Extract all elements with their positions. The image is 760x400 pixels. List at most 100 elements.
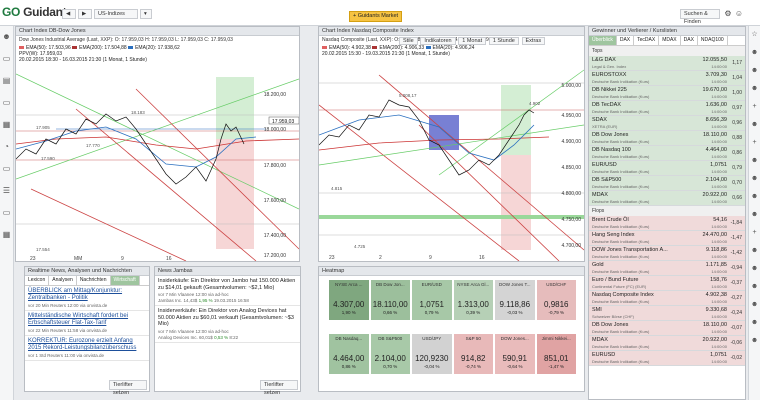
heatmap-tile[interactable]: S&P 50 914,82 -0,74 % [452, 333, 494, 375]
list-item[interactable]: Brent Crude Öl Deutsche Bank Indikation (… [589, 216, 745, 231]
list-item[interactable]: EUR/USD Deutsche Bank Indikation (Kurs) 1,… [589, 161, 745, 176]
list-item[interactable]: Hang Seng Index Deutsche Bank Indikation … [589, 231, 745, 246]
tab-dax-2[interactable]: DAX [681, 36, 698, 45]
news-headline[interactable]: KORREKTUR: Eurozone erzielt Anfang 2015 … [28, 338, 146, 352]
avatar[interactable]: ☻ [749, 170, 760, 188]
guidants-market-button[interactable]: + Guidants Market [349, 11, 402, 22]
news-headline[interactable]: ÜBERBLICK am Mittag/Konjunktur: Zentralb… [28, 288, 146, 302]
list-item[interactable]: EUROSTOXX Deutsche Bank Indikation (Kurs)… [589, 71, 745, 86]
heatmap-tile[interactable]: NYSE Arca ... 4.307,00 1,90 % [328, 279, 370, 321]
list-item[interactable]: MDAX Deutsche Bank Indikation (Kurs) 20.92… [589, 336, 745, 351]
price-chart[interactable]: 18.200,00 18.000,00 17.800,00 17.600,00 … [16, 69, 299, 261]
price-chart[interactable]: 5.000,00 4.950,00 4.900,00 4.850,00 4.80… [319, 65, 584, 261]
index-selector[interactable]: US-Indizes [94, 9, 138, 19]
news-headline[interactable]: Insiderkäufe: Ein Direktor von Jambo hat… [158, 278, 297, 291]
heatmap-tile[interactable]: DB Nasdaq... 4.464,00 0,86 % [328, 333, 370, 375]
plus-icon[interactable]: + [749, 98, 760, 116]
avatar[interactable]: ☻ [749, 188, 760, 206]
grid-icon[interactable]: ▦ [0, 224, 13, 246]
star-icon[interactable]: ☆ [749, 26, 760, 44]
stock-name[interactable]: Analog Devices Inc. [158, 335, 198, 340]
heatmap-tile[interactable]: DOW Jones T... 9.118,86 -0,03 % [494, 279, 536, 321]
list-item[interactable]: DB TecDAX Deutsche Bank Indikation (Kurs)… [589, 101, 745, 116]
news-headline[interactable]: Mittelständische Wirtschaft fordert bei … [28, 313, 146, 327]
avatar[interactable]: ☻ [749, 44, 760, 62]
avatar[interactable]: ☻ [749, 116, 760, 134]
list-item[interactable]: DB Dow Jones Deutsche Bank Indikation (Ku… [589, 321, 745, 336]
tab-lexicon[interactable]: Lexicon [25, 276, 50, 285]
tab-tecdax[interactable]: TecDAX [634, 36, 660, 45]
heatmap-tile[interactable]: EUR/USD 1,0751 0,79 % [411, 279, 453, 321]
list-item[interactable]: SMI Schweizer Börse (CHF) 9.330,68 14:00:00… [589, 306, 745, 321]
tab-overview[interactable]: Überblick [589, 36, 617, 45]
search-button[interactable]: Suchen & Finden [680, 9, 720, 25]
filter-button[interactable]: Tierlifter setzen [260, 380, 298, 396]
back-button[interactable]: ◀ [62, 9, 76, 19]
news-meta: vor 7 Min Vlaanee 12:00 via ad-hoc [158, 292, 229, 297]
extras-button[interactable]: Extras [521, 37, 546, 45]
heatmap-tile[interactable]: DOW Jones... 590,91 -0,64 % [494, 333, 536, 375]
user-icon[interactable]: ☺ [734, 9, 744, 19]
desktop-icon[interactable]: ▭ [0, 92, 13, 114]
filter-button[interactable]: Tierlifter setzen [109, 380, 147, 396]
tab-nachrichten[interactable]: Nachrichten [77, 276, 111, 285]
avatar[interactable]: ☻ [749, 332, 760, 350]
gauge-icon[interactable]: ◔ [0, 136, 13, 158]
indicators-button[interactable]: Indikatoren [420, 37, 456, 45]
list-item[interactable]: SDAX XETRA (EUR) 8.656,39 14:00:00 0,96 [589, 116, 745, 131]
avatar[interactable]: ☻ [0, 26, 13, 48]
stock-name[interactable]: Jambas Inc. [158, 298, 182, 303]
heatmap-tile[interactable]: USD/CHF 0,9816 -0,79 % [535, 279, 577, 321]
list-item[interactable]: DB Nasdaq 100 Deutsche Bank Indikation (K… [589, 146, 745, 161]
monitor-icon[interactable]: ▭ [0, 158, 13, 180]
list-item[interactable]: MDAX Deutsche Bank Indikation (Kurs) 20.92… [589, 191, 745, 206]
list-item[interactable]: DB S&P500 Deutsche Bank Indikation (Kurs)… [589, 176, 745, 191]
list-icon[interactable]: ☰ [0, 180, 13, 202]
list-item[interactable]: Gold Deutsche Bank Indikation (Kurs) 1.171… [589, 261, 745, 276]
plus-icon[interactable]: + [749, 134, 760, 152]
style-button[interactable]: Stile [399, 37, 418, 45]
list-item[interactable]: DB Nikkei 225 Deutsche Bank Indikation (K… [589, 86, 745, 101]
chevron-down-icon[interactable]: ▾ [140, 9, 152, 19]
list-item[interactable]: Euro / Bund Future Continental Future (FC… [589, 276, 745, 291]
avatar[interactable]: ☻ [749, 296, 760, 314]
heatmap-tile[interactable]: NYSE Arca Gl... 1.313,00 0,39 % [452, 279, 494, 321]
tab-dax[interactable]: DAX [617, 36, 635, 45]
list-item[interactable]: EURUSD Deutsche Bank Indikation (Kurs) 1,0… [589, 351, 745, 366]
settings-icon[interactable]: ⚙ [723, 9, 733, 19]
monitor-icon[interactable]: ▭ [0, 202, 13, 224]
heatmap-tile[interactable]: DB S&P500 2.104,00 0,70 % [369, 333, 411, 375]
heatmap-tile[interactable]: Jimmi Nikkei... 851,01 -1,47 % [535, 333, 577, 375]
tab-ndaq100[interactable]: NDAQ100 [698, 36, 728, 45]
tab-analysen[interactable]: Analysen [49, 276, 77, 285]
list-item[interactable]: DB Dow Jones Deutsche Bank Indikation (Ku… [589, 131, 745, 146]
chart-icon[interactable]: ▤ [0, 70, 13, 92]
avatar[interactable]: ☻ [749, 206, 760, 224]
list-item[interactable]: Nasdaq Composite Index Deutsche Bank Indi… [589, 291, 745, 306]
news-item[interactable]: Insiderkäufe: Ein Direktor von Jambo hat… [155, 276, 300, 306]
monitor-icon[interactable]: ▭ [0, 48, 13, 70]
avatar[interactable]: ☻ [749, 242, 760, 260]
avatar[interactable]: ☻ [749, 278, 760, 296]
tab-wirtschaft[interactable]: Wirtschaft [110, 276, 140, 285]
list-item[interactable]: DOW Jones Transportation A... Deutsche Ba… [589, 246, 745, 261]
avatar[interactable]: ☻ [749, 62, 760, 80]
news-item[interactable]: Insiderverkäufe: Ein Direktor von Analog… [155, 306, 300, 343]
plus-icon[interactable]: + [749, 224, 760, 242]
range-button[interactable]: 1 Monat [458, 37, 487, 45]
list-item[interactable]: L&G DAX Legal & Gen. Index 12.055,50 14:00:… [589, 56, 745, 71]
heatmap-tile[interactable]: USD/JPY 120,9230 -0,04 % [411, 333, 453, 375]
heatmap-tile[interactable]: DB Dow Jon... 18.110,00 0,66 % [369, 279, 411, 321]
layers-icon[interactable]: ▦ [0, 114, 13, 136]
avatar[interactable]: ☻ [749, 314, 760, 332]
avatar[interactable]: ☻ [749, 152, 760, 170]
forward-button[interactable]: ▶ [78, 9, 92, 19]
avatar[interactable]: ☻ [749, 260, 760, 278]
news-item[interactable]: Mittelständische Wirtschaft fordert bei … [25, 311, 149, 336]
interval-button[interactable]: 1 Stunde [488, 37, 519, 45]
news-item[interactable]: KORREKTUR: Eurozone erzielt Anfang 2015 … [25, 336, 149, 361]
avatar[interactable]: ☻ [749, 80, 760, 98]
tab-mdax[interactable]: MDAX [659, 36, 681, 45]
news-headline[interactable]: Insiderverkäufe: Ein Direktor von Analog… [158, 308, 297, 328]
news-item[interactable]: ÜBERBLICK am Mittag/Konjunktur: Zentralb… [25, 286, 149, 311]
